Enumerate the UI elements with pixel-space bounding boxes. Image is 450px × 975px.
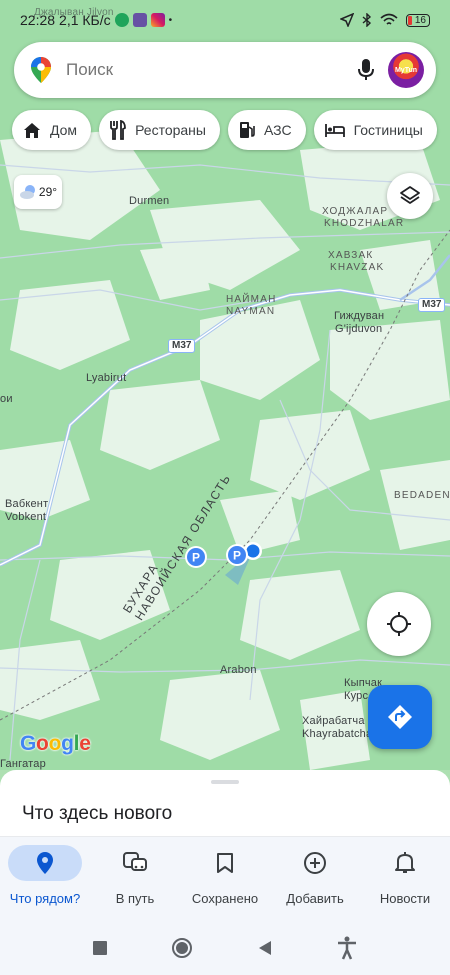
my-location-icon xyxy=(387,612,411,636)
map-label-khavzak-en: KHAVZAK xyxy=(330,262,385,273)
chip-gas-stations[interactable]: АЗС xyxy=(227,110,306,150)
notification-app-icon-2 xyxy=(132,13,147,27)
bookmark-icon xyxy=(217,853,233,873)
wifi-icon xyxy=(380,13,398,25)
map-label-vabkent-en: Vobkent xyxy=(5,511,47,523)
battery-indicator: 16 xyxy=(405,13,430,27)
map-label-nayman-en: NAYMAN xyxy=(226,306,276,317)
nav-icon-container xyxy=(8,845,82,881)
cloudy-moon-icon xyxy=(19,185,35,199)
svg-text:P: P xyxy=(233,549,241,563)
nav-item-explore[interactable]: Что рядом? xyxy=(0,837,90,920)
map-label-khayrabatcha-ru: Хайрабатча xyxy=(302,715,365,727)
more-notifications-dot-icon: • xyxy=(168,14,173,26)
map-label-gangatar: Гангатар xyxy=(0,758,46,770)
nav-item-go[interactable]: В путь xyxy=(90,837,180,920)
nav-item-saved[interactable]: Сохранено xyxy=(180,837,270,920)
google-logo-o1: o xyxy=(36,732,49,755)
avatar[interactable]: MyTun xyxy=(388,52,424,88)
google-maps-pin-icon xyxy=(31,57,51,83)
directions-button[interactable] xyxy=(368,685,432,749)
map-label-gijduvon-ru: Гиждуван xyxy=(334,310,385,322)
sheet-drag-handle[interactable] xyxy=(211,780,239,784)
location-pin-icon xyxy=(37,852,53,874)
road-badge-m37-east: M37 xyxy=(418,298,446,312)
nav-icon-container xyxy=(98,845,172,881)
weather-temp: 29° xyxy=(38,185,58,199)
category-chips: Дом Рестораны АЗС Гостиницы xyxy=(12,110,437,150)
instagram-icon xyxy=(150,13,165,27)
chip-home[interactable]: Дом xyxy=(12,110,92,150)
my-location-button[interactable] xyxy=(367,592,431,656)
google-logo-o2: o xyxy=(48,732,62,755)
search-input[interactable] xyxy=(66,60,356,80)
google-logo-e: e xyxy=(79,732,91,755)
navigation-arrow-icon xyxy=(339,13,354,27)
layers-button[interactable] xyxy=(387,173,433,219)
chip-gas-stations-label: АЗС xyxy=(263,122,292,138)
nav-label-go: В путь xyxy=(115,891,155,906)
system-navigation-bar xyxy=(0,920,450,975)
gas-station-icon xyxy=(239,122,255,138)
back-triangle-icon[interactable] xyxy=(257,940,273,956)
map-label-khayrabatcha-en: Khayrabatcha xyxy=(302,728,373,740)
directions-icon xyxy=(388,705,412,729)
microphone-icon[interactable] xyxy=(356,58,376,82)
search-bar[interactable]: MyTun xyxy=(14,42,436,98)
weather-widget[interactable]: 29° xyxy=(14,175,62,209)
nav-icon-container xyxy=(188,845,262,881)
map-label-lyabirut: Lyabirut xyxy=(86,372,127,384)
avatar-text: MyTun xyxy=(394,66,418,74)
bottom-navigation: Что рядом? В путь Сохранено Добавить Нов… xyxy=(0,836,450,920)
map-label-kypchak-en: Курс xyxy=(344,690,369,702)
nav-icon-container xyxy=(368,845,442,881)
restaurant-icon xyxy=(110,120,126,140)
recents-square-icon[interactable] xyxy=(92,940,108,956)
map-label-gijduvon-en: G'ijduvon xyxy=(335,323,383,335)
chip-hotels[interactable]: Гостиницы xyxy=(313,110,437,150)
nav-label-contribute: Добавить xyxy=(286,891,344,906)
hotel-icon xyxy=(324,124,345,137)
commute-icon xyxy=(123,852,147,871)
nav-item-updates[interactable]: Новости xyxy=(360,837,450,920)
bluetooth-icon xyxy=(362,13,371,27)
add-circle-icon xyxy=(304,852,326,874)
road-badge-m37: M37 xyxy=(168,339,196,353)
accessibility-icon[interactable] xyxy=(336,936,358,960)
map-label-khodzhalar-en: KHODZHALAR xyxy=(324,218,405,229)
map-label-left-edge: ои xyxy=(0,393,13,405)
map-label-jilvon: Джалыван Jilvon xyxy=(34,7,114,18)
status-bar: 22:28 2,1 КБ/с • 16 xyxy=(0,0,450,40)
google-logo-g: G xyxy=(20,732,37,755)
nav-label-explore: Что рядом? xyxy=(9,891,81,906)
svg-text:P: P xyxy=(192,551,200,565)
nav-item-contribute[interactable]: Добавить xyxy=(270,837,360,920)
chip-restaurants[interactable]: Рестораны xyxy=(99,110,220,150)
google-logo: Google xyxy=(20,732,91,756)
map-label-vabkent-ru: Вабкент xyxy=(5,498,49,510)
nav-icon-container xyxy=(278,845,352,881)
home-circle-icon[interactable] xyxy=(171,937,193,959)
sheet-title: Что здесь нового xyxy=(22,803,173,824)
chip-hotels-label: Гостиницы xyxy=(353,122,423,138)
battery-level: 16 xyxy=(414,14,426,26)
chip-restaurants-label: Рестораны xyxy=(135,122,206,138)
chip-home-label: Дом xyxy=(50,122,78,138)
layers-icon xyxy=(400,186,420,204)
map-label-bedaden: BEDADEN xyxy=(394,490,450,501)
map-label-arabon: Arabon xyxy=(220,664,257,676)
google-logo-g2: g xyxy=(61,732,74,755)
home-icon xyxy=(24,123,40,138)
nav-label-updates: Новости xyxy=(379,891,431,906)
bell-icon xyxy=(395,852,415,873)
nav-label-saved: Сохранено xyxy=(191,891,259,906)
map-label-durmen: Durmen xyxy=(129,195,170,207)
